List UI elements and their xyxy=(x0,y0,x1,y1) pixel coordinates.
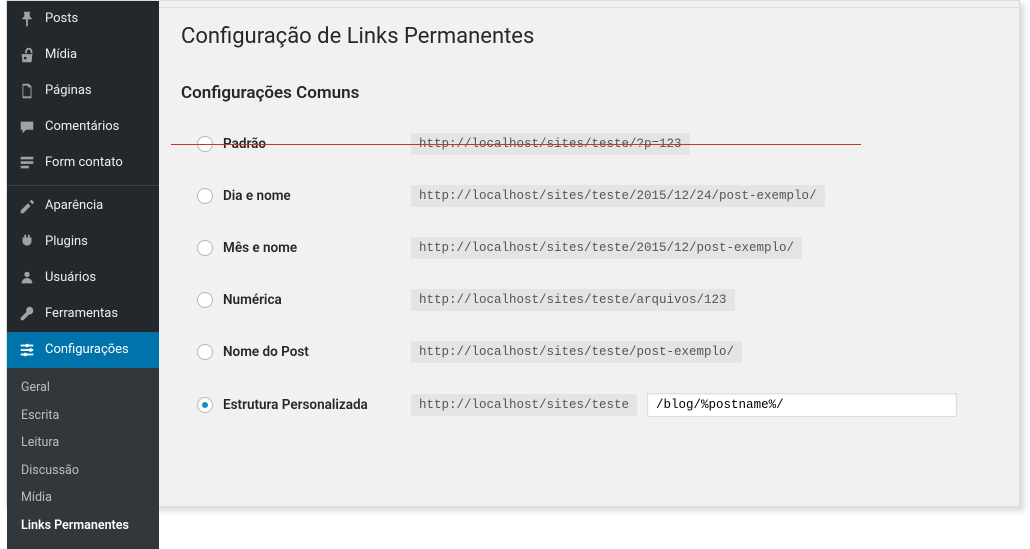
sidebar-item-label: Comentários xyxy=(45,119,119,136)
settings-icon xyxy=(17,340,37,360)
custom-prefix: http://localhost/sites/teste xyxy=(411,394,637,416)
option-label: Mês e nome xyxy=(223,240,297,256)
page-icon xyxy=(17,81,37,101)
settings-submenu: Geral Escrita Leitura Discussão Mídia Li… xyxy=(7,368,159,549)
radio-mes-e-nome[interactable] xyxy=(197,240,213,256)
sidebar-item-label: Mídia xyxy=(45,47,77,64)
sidebar-item-label: Form contato xyxy=(45,155,123,172)
submenu-item-discussao[interactable]: Discussão xyxy=(7,457,159,485)
submenu-item-leitura[interactable]: Leitura xyxy=(7,429,159,457)
sidebar-item-label: Páginas xyxy=(45,83,92,100)
tools-icon xyxy=(17,304,37,324)
permalink-option-dia-e-nome[interactable]: Dia e nome http://localhost/sites/teste/… xyxy=(181,177,997,215)
main-content: Configuração de Links Permanentes Config… xyxy=(159,1,1019,506)
custom-structure-input[interactable] xyxy=(647,393,957,417)
page-title: Configuração de Links Permanentes xyxy=(181,24,997,49)
comment-icon xyxy=(17,117,37,137)
permalink-option-mes-e-nome[interactable]: Mês e nome http://localhost/sites/teste/… xyxy=(181,229,997,267)
permalink-option-nome-do-post[interactable]: Nome do Post http://localhost/sites/test… xyxy=(181,333,997,371)
submenu-item-links-permanentes[interactable]: Links Permanentes xyxy=(7,512,159,540)
sidebar-item-label: Usuários xyxy=(45,270,96,287)
top-divider xyxy=(159,7,1019,8)
sidebar-item-media[interactable]: Mídia xyxy=(7,37,159,73)
permalink-option-numerica[interactable]: Numérica http://localhost/sites/teste/ar… xyxy=(181,281,997,319)
sidebar-item-aparencia[interactable]: Aparência xyxy=(7,185,159,224)
option-label: Dia e nome xyxy=(223,188,291,204)
pin-icon xyxy=(17,9,37,29)
sidebar-item-ferramentas[interactable]: Ferramentas xyxy=(7,296,159,332)
sidebar-item-plugins[interactable]: Plugins xyxy=(7,224,159,260)
sidebar-item-pages[interactable]: Páginas xyxy=(7,73,159,109)
option-example: http://localhost/sites/teste/arquivos/12… xyxy=(411,289,735,311)
strike-annotation xyxy=(171,144,861,145)
sidebar-item-form-contato[interactable]: Form contato xyxy=(7,145,159,181)
media-icon xyxy=(17,45,37,65)
sidebar-item-posts[interactable]: Posts xyxy=(7,1,159,37)
option-label: Estrutura Personalizada xyxy=(223,397,368,413)
option-label: Numérica xyxy=(223,292,282,308)
submenu-item-geral[interactable]: Geral xyxy=(7,374,159,402)
permalink-option-padrao[interactable]: Padrão http://localhost/sites/teste/?p=1… xyxy=(181,125,997,163)
radio-numerica[interactable] xyxy=(197,292,213,308)
sidebar-item-usuarios[interactable]: Usuários xyxy=(7,260,159,296)
sidebar-item-label: Ferramentas xyxy=(45,306,118,323)
sidebar-item-label: Aparência xyxy=(45,198,103,215)
app-frame: Posts Mídia Páginas Comentários Form con xyxy=(6,0,1020,507)
plugin-icon xyxy=(17,232,37,252)
appearance-icon xyxy=(17,196,37,216)
option-example: http://localhost/sites/teste/2015/12/24/… xyxy=(411,185,825,207)
section-title: Configurações Comuns xyxy=(181,83,997,103)
radio-estrutura-personalizada[interactable] xyxy=(197,397,213,413)
option-label: Nome do Post xyxy=(223,344,309,360)
permalink-option-estrutura-personalizada[interactable]: Estrutura Personalizada http://localhost… xyxy=(181,385,997,425)
sidebar-item-configuracoes[interactable]: Configurações xyxy=(7,332,159,368)
form-icon xyxy=(17,153,37,173)
admin-sidebar: Posts Mídia Páginas Comentários Form con xyxy=(7,1,159,506)
option-example: http://localhost/sites/teste/2015/12/pos… xyxy=(411,237,802,259)
submenu-item-midia[interactable]: Mídia xyxy=(7,484,159,512)
sidebar-item-comments[interactable]: Comentários xyxy=(7,109,159,145)
sidebar-item-label: Plugins xyxy=(45,234,88,251)
option-example: http://localhost/sites/teste/post-exempl… xyxy=(411,341,742,363)
submenu-item-escrita[interactable]: Escrita xyxy=(7,402,159,430)
users-icon xyxy=(17,268,37,288)
radio-dia-e-nome[interactable] xyxy=(197,188,213,204)
sidebar-item-label: Configurações xyxy=(45,342,129,359)
radio-nome-do-post[interactable] xyxy=(197,344,213,360)
sidebar-item-label: Posts xyxy=(45,11,78,28)
